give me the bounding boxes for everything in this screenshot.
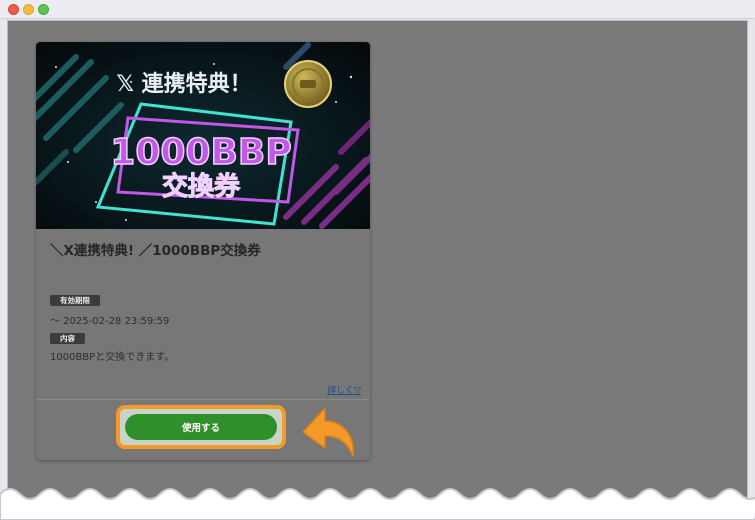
coupon-title: ＼X連携特典! ／1000BBP交換券 — [50, 243, 261, 259]
content-label-badge: 内容 — [50, 333, 85, 344]
use-coupon-button[interactable]: 使用する — [125, 414, 277, 440]
banner-type-text: 交換券 — [162, 171, 241, 202]
title-bar — [0, 0, 755, 19]
expiry-label-badge: 有効期限 — [50, 295, 100, 306]
coupon-banner: 𝕏 連携特典！ 1000BBP 交換券 — [36, 42, 370, 229]
minimize-button[interactable] — [23, 4, 34, 15]
torn-page-edge — [0, 488, 755, 520]
pointer-arrow-icon — [302, 407, 354, 457]
content-value: 1000BBPと交換できます。 — [50, 352, 175, 363]
zoom-button[interactable] — [38, 4, 49, 15]
close-button[interactable] — [8, 4, 19, 15]
expiry-value: ～ 2025-02-28 23:59:59 — [50, 316, 170, 327]
use-button-highlight: 使用する — [116, 405, 286, 449]
coupon-card: 𝕏 連携特典！ 1000BBP 交換券 ＼X連携特典! ／1000BBP交換券 … — [36, 42, 370, 460]
card-divider — [36, 399, 370, 400]
banner-amount-text: 1000BBP — [110, 132, 291, 173]
browser-window: 𝕏 連携特典！ 1000BBP 交換券 ＼X連携特典! ／1000BBP交換券 … — [0, 0, 755, 520]
banner-badge-text: 𝕏 連携特典！ — [116, 71, 251, 97]
details-link[interactable]: 詳しく▽ — [327, 383, 361, 396]
coin-icon — [284, 60, 332, 108]
